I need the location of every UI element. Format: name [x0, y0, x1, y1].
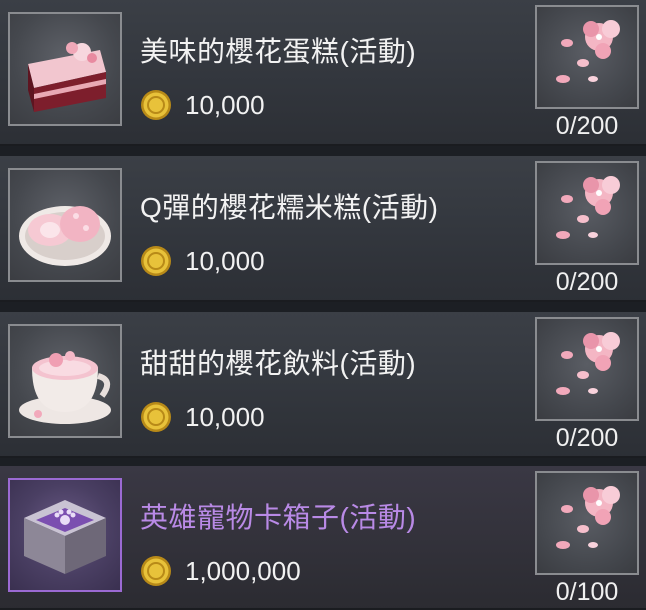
shop-item-row[interactable]: 甜甜的櫻花飲料(活動) 10,000 0/200	[0, 312, 646, 458]
gold-coin-icon	[141, 90, 171, 120]
gold-coin-icon	[141, 402, 171, 432]
item-count: 0/200	[555, 268, 619, 296]
sakura-petals-icon[interactable]	[535, 161, 639, 265]
sakura-petals-icon[interactable]	[535, 5, 639, 109]
item-count: 0/200	[555, 424, 619, 452]
item-name: 英雄寵物卡箱子(活動)	[140, 502, 417, 533]
shop-item-list: 美味的櫻花蛋糕(活動) 10,000 0/200 Q彈的櫻花糯米糕(活動) 10…	[0, 0, 646, 610]
sakura-petals-icon[interactable]	[535, 471, 639, 575]
pet-card-box-icon[interactable]	[8, 478, 122, 592]
item-price: 1,000,000	[185, 556, 301, 586]
sakura-mochi-icon[interactable]	[8, 168, 122, 282]
shop-item-row[interactable]: Q彈的櫻花糯米糕(活動) 10,000 0/200	[0, 156, 646, 302]
item-count: 0/200	[555, 112, 619, 140]
sakura-petals-icon[interactable]	[535, 317, 639, 421]
item-name: 美味的櫻花蛋糕(活動)	[140, 36, 417, 67]
shop-item-row[interactable]: 美味的櫻花蛋糕(活動) 10,000 0/200	[0, 0, 646, 146]
item-count: 0/100	[555, 578, 619, 606]
item-price: 10,000	[185, 402, 265, 432]
item-price: 10,000	[185, 90, 265, 120]
item-price: 10,000	[185, 246, 265, 276]
shop-item-row[interactable]: 英雄寵物卡箱子(活動) 1,000,000 0/100	[0, 466, 646, 610]
gold-coin-icon	[141, 246, 171, 276]
gold-coin-icon	[141, 556, 171, 586]
sakura-cake-icon[interactable]	[8, 12, 122, 126]
item-name: Q彈的櫻花糯米糕(活動)	[140, 192, 439, 223]
sakura-drink-icon[interactable]	[8, 324, 122, 438]
item-name: 甜甜的櫻花飲料(活動)	[140, 348, 417, 379]
